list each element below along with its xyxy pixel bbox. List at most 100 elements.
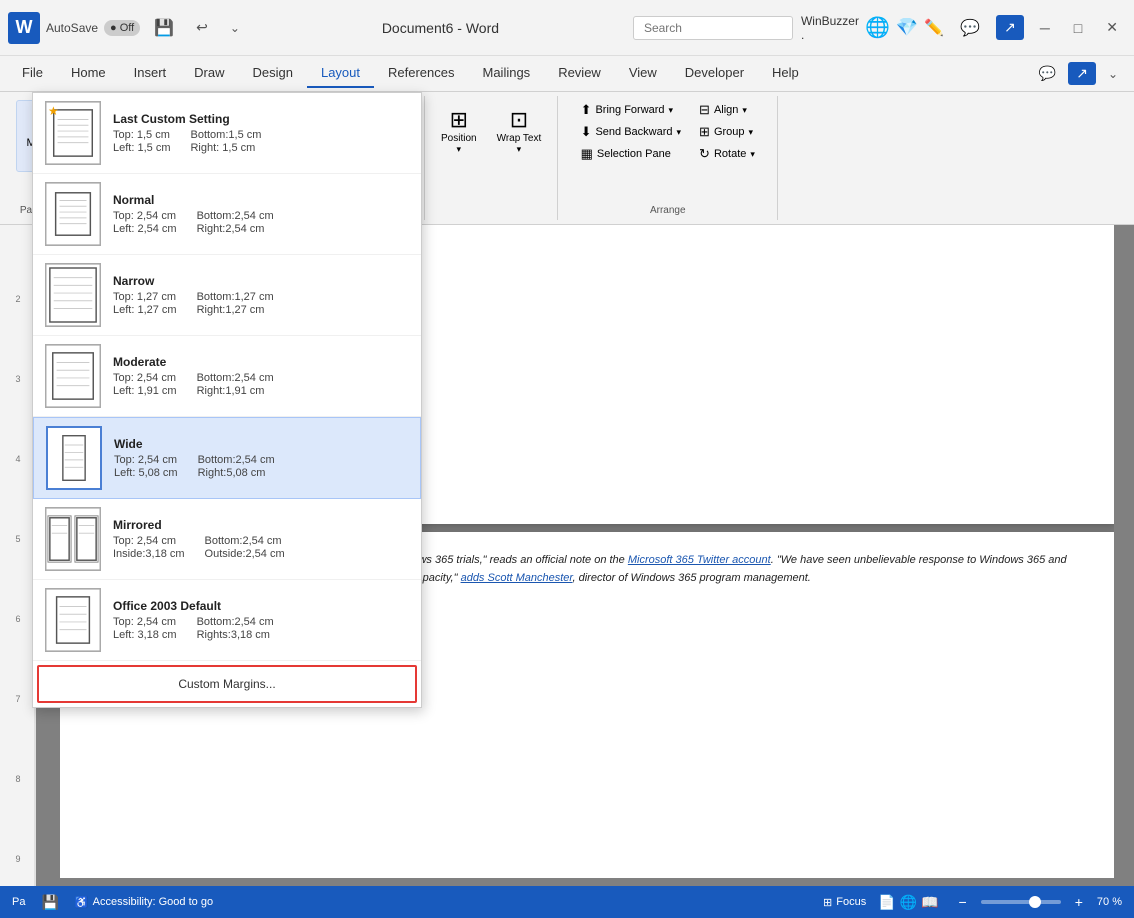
margin-right-last: Right: 1,5 cm (190, 142, 261, 154)
group-button[interactable]: ⊞ Group ▾ (693, 122, 761, 142)
svg-text:5: 5 (15, 534, 20, 544)
ribbon-chat-icon[interactable]: 💬 (1031, 61, 1064, 86)
margin-col-right-office2003: Bottom:2,54 cm Rights:3,18 cm (197, 616, 274, 641)
margin-info-normal: Normal Top: 2,54 cm Left: 2,54 cm Bottom… (113, 193, 409, 235)
pencil-icon: ✏️ (924, 18, 944, 38)
selection-pane-button[interactable]: ▦ Selection Pane (575, 144, 687, 164)
margin-col-left-moderate: Top: 2,54 cm Left: 1,91 cm (113, 372, 177, 397)
zoom-out-button[interactable]: − (951, 890, 975, 914)
save-button[interactable]: 💾 (146, 14, 182, 42)
comment-button[interactable]: 💬 (952, 14, 988, 42)
ruler-left: 1 2 3 4 5 6 7 8 9 (0, 172, 36, 886)
tab-home[interactable]: Home (57, 59, 120, 88)
bring-forward-icon: ⬆ (581, 102, 592, 118)
margin-outside-mirrored: Outside:2,54 cm (205, 548, 285, 560)
custom-margins-button[interactable]: Custom Margins... (37, 665, 417, 703)
tab-view[interactable]: View (615, 59, 671, 88)
wrap-text-button[interactable]: ⊡ Wrap Text ▾ (489, 104, 550, 158)
margin-col-right-last: Bottom:1,5 cm Right: 1,5 cm (190, 129, 261, 154)
margin-left-narrow: Left: 1,27 cm (113, 304, 177, 316)
tab-insert[interactable]: Insert (120, 59, 181, 88)
search-input[interactable] (633, 16, 793, 40)
tab-references[interactable]: References (374, 59, 468, 88)
tab-developer[interactable]: Developer (671, 59, 758, 88)
margin-info-wide: Wide Top: 2,54 cm Left: 5,08 cm Bottom:2… (114, 437, 408, 479)
undo-button[interactable]: ↩ (188, 15, 216, 40)
margin-col-right-narrow: Bottom:1,27 cm Right:1,27 cm (197, 291, 274, 316)
zoom-in-button[interactable]: + (1067, 890, 1091, 914)
tab-design[interactable]: Design (239, 59, 307, 88)
svg-text:9: 9 (15, 854, 20, 864)
margin-left-last: Left: 1,5 cm (113, 142, 170, 154)
profile-name: WinBuzzer . (801, 14, 859, 42)
share-button[interactable]: ↗ (996, 15, 1024, 40)
ribbon-share-icon[interactable]: ↗ (1068, 62, 1096, 85)
profile-area: WinBuzzer . 🌐 💎 ✏️ (801, 14, 944, 42)
tab-draw[interactable]: Draw (180, 59, 238, 88)
margin-icon-narrow (45, 263, 101, 327)
minimize-button[interactable]: ─ (1032, 16, 1058, 40)
tab-layout[interactable]: Layout (307, 59, 374, 88)
margin-item-moderate[interactable]: Moderate Top: 2,54 cm Left: 1,91 cm Bott… (33, 336, 421, 417)
margin-col-left-narrow: Top: 1,27 cm Left: 1,27 cm (113, 291, 177, 316)
manchester-link[interactable]: adds Scott Manchester (461, 572, 573, 584)
margin-icon-svg-wide (48, 426, 100, 490)
zoom-thumb[interactable] (1029, 896, 1041, 908)
margin-right-moderate: Right:1,91 cm (197, 385, 274, 397)
align-button[interactable]: ⊟ Align ▾ (693, 100, 761, 120)
margin-bottom-office2003: Bottom:2,54 cm (197, 616, 274, 628)
tab-mailings[interactable]: Mailings (469, 59, 545, 88)
margin-details-moderate: Top: 2,54 cm Left: 1,91 cm Bottom:2,54 c… (113, 372, 409, 397)
margin-icon-svg-mirrored (46, 507, 100, 571)
read-mode-icon[interactable]: 📖 (921, 894, 938, 911)
margin-item-wide[interactable]: Wide Top: 2,54 cm Left: 5,08 cm Bottom:2… (33, 417, 421, 499)
tab-file[interactable]: File (8, 59, 57, 88)
web-layout-icon[interactable]: 🌐 (900, 894, 917, 911)
margin-name-office2003: Office 2003 Default (113, 599, 409, 613)
status-page: Pa (12, 896, 25, 908)
status-focus[interactable]: ⊞ Focus (823, 896, 866, 909)
accessibility-text: Accessibility: Good to go (93, 896, 213, 908)
margin-icon-moderate (45, 344, 101, 408)
wrap-text-caret: ▾ (517, 144, 522, 155)
customize-button[interactable]: ⌄ (222, 17, 248, 39)
star-badge: ★ (48, 104, 59, 118)
ruler-left-svg: 1 2 3 4 5 6 7 8 9 (0, 172, 36, 918)
position-button[interactable]: ⊞ Position ▾ (433, 104, 485, 158)
send-backward-button[interactable]: ⬇ Send Backward ▾ (575, 122, 687, 142)
margin-name-normal: Normal (113, 193, 409, 207)
toggle-circle: ● (110, 22, 117, 34)
margin-item-normal[interactable]: Normal Top: 2,54 cm Left: 2,54 cm Bottom… (33, 174, 421, 255)
svg-text:4: 4 (15, 454, 20, 464)
arrange-col-1: ⬆ Bring Forward ▾ ⬇ Send Backward ▾ ▦ Se… (575, 100, 687, 164)
tab-review[interactable]: Review (544, 59, 615, 88)
margin-name-moderate: Moderate (113, 355, 409, 369)
margin-top-moderate: Top: 2,54 cm (113, 372, 177, 384)
margin-name-mirrored: Mirrored (113, 518, 409, 532)
twitter-link[interactable]: Microsoft 365 Twitter account (628, 554, 771, 566)
print-layout-icon[interactable]: 📄 (878, 894, 895, 911)
tab-help[interactable]: Help (758, 59, 813, 88)
rotate-button[interactable]: ↻ Rotate ▾ (693, 144, 761, 164)
title-bar: W AutoSave ● Off 💾 ↩ ⌄ Document6 - Word … (0, 0, 1134, 56)
maximize-button[interactable]: □ (1066, 16, 1090, 40)
margin-item-mirrored[interactable]: Mirrored Top: 2,54 cm Inside:3,18 cm Bot… (33, 499, 421, 580)
margin-item-last-custom[interactable]: ★ Last Custom Setting Top: 1,5 cm Left: … (33, 93, 421, 174)
margin-right-normal: Right:2,54 cm (197, 223, 274, 235)
group-arrange: ⬆ Bring Forward ▾ ⬇ Send Backward ▾ ▦ Se… (558, 96, 778, 220)
autosave-toggle[interactable]: ● Off (104, 20, 140, 36)
ribbon-collapse-button[interactable]: ⌄ (1100, 63, 1126, 85)
margin-info-office2003: Office 2003 Default Top: 2,54 cm Left: 3… (113, 599, 409, 641)
margin-col-right-mirrored: Bottom:2,54 cm Outside:2,54 cm (205, 535, 285, 560)
zoom-track[interactable] (981, 900, 1061, 904)
bring-forward-label: Bring Forward (595, 104, 664, 116)
status-right: ⊞ Focus 📄 🌐 📖 − + 70 % (823, 890, 1122, 914)
margin-item-narrow[interactable]: Narrow Top: 1,27 cm Left: 1,27 cm Bottom… (33, 255, 421, 336)
close-button[interactable]: ✕ (1098, 15, 1126, 40)
margin-item-office2003[interactable]: Office 2003 Default Top: 2,54 cm Left: 3… (33, 580, 421, 661)
bring-forward-button[interactable]: ⬆ Bring Forward ▾ (575, 100, 687, 120)
margin-col-left-normal: Top: 2,54 cm Left: 2,54 cm (113, 210, 177, 235)
margin-icon-svg-normal (46, 182, 100, 246)
margin-bottom-moderate: Bottom:2,54 cm (197, 372, 274, 384)
svg-text:3: 3 (15, 374, 20, 384)
